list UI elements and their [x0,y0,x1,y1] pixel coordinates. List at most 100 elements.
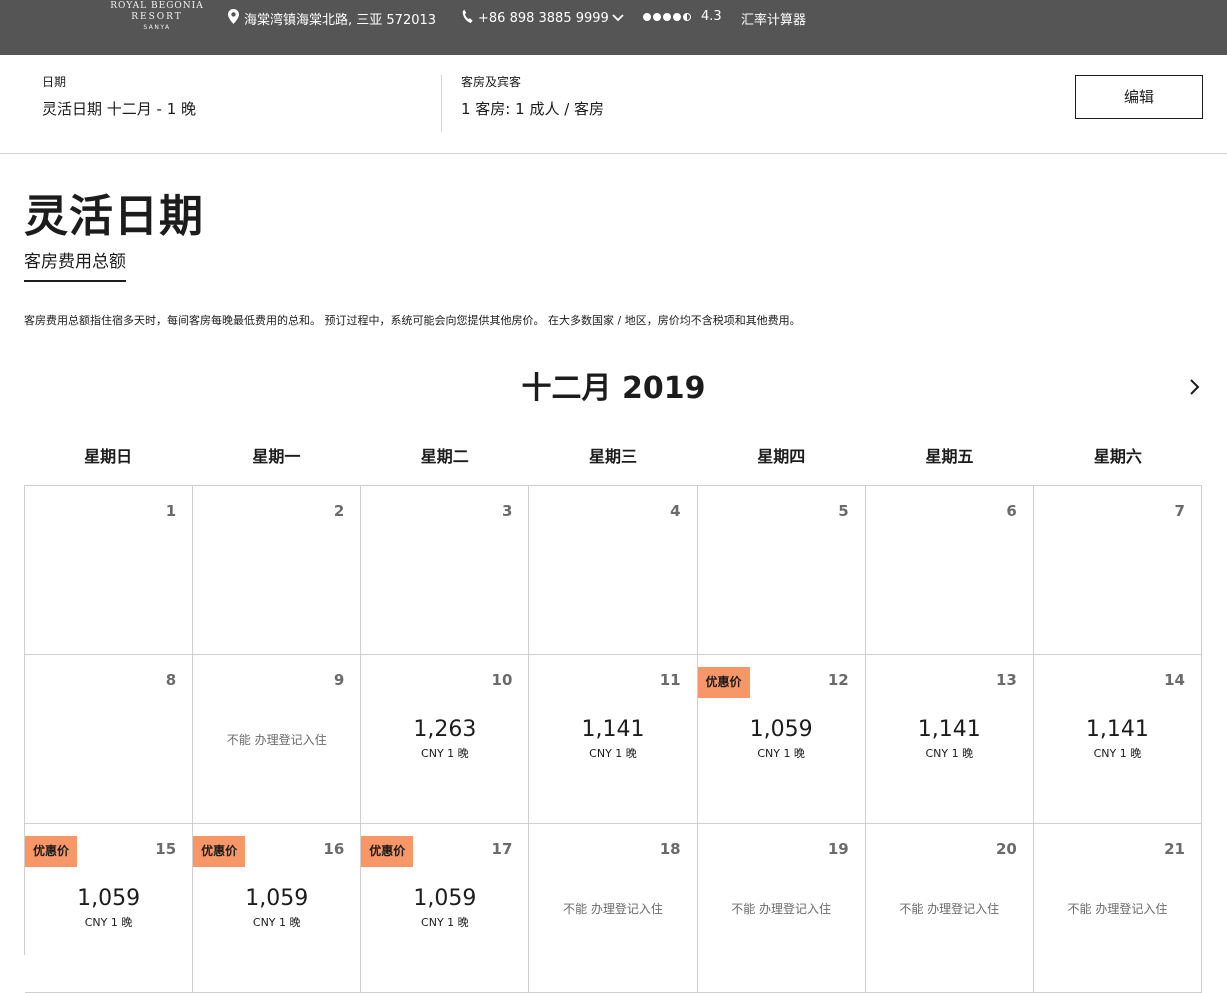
logo-line-3: SANYA [143,24,171,31]
day-number: 13 [995,671,1017,689]
calendar-day-cell[interactable]: 21 不能 办理登记入住 [1033,824,1202,993]
calendar-day-cell: 2 [193,486,362,655]
day-number: 21 [1164,840,1185,858]
rating-value: 4.3 [701,9,722,24]
calendar-month-title: 十二月 2019 [521,371,706,406]
weekday-label: 星期二 [420,447,469,466]
calendar-day-cell[interactable]: 13 1,141 CNY 1 晚 [865,655,1034,824]
weekday-label: 星期三 [588,447,637,466]
weekday-label: 星期一 [252,447,301,466]
search-summary: 日期 灵活日期 十二月 - 1 晚 客房及宾客 1 客房: 1 成人 / 客房 … [0,55,1227,154]
phone-icon [462,9,473,28]
hotel-rating[interactable]: 4.3 [643,9,722,24]
rating-dot-half [683,12,691,21]
calendar-day-cell: 5 [697,486,866,655]
summary-divider [441,75,442,132]
tab-room-total[interactable]: 客房费用总额 [24,247,126,282]
logo-line-1: ROYAL BEGONIA [110,1,204,11]
day-number: 16 [323,840,345,858]
day-number: 10 [491,671,513,689]
day-price: 1,141 [917,717,981,742]
rating-dot [643,12,651,21]
calendar-day-cell[interactable]: 14 1,141 CNY 1 晚 [1033,655,1202,824]
calendar-grid: 1 2 3 4 5 6 7 8 9 不能 办理登记入住 10 1,263 CNY 1 晚 11 1,141 C… [24,485,1202,993]
day-price: 1,059 [413,886,477,911]
calendar-day-cell[interactable]: 20 不能 办理登记入住 [865,824,1034,993]
price-unit: CNY 1 晚 [757,747,805,760]
calendar-day-cell[interactable]: 17 优惠价 1,059 CNY 1 晚 [361,824,530,993]
unavailable-text: 不能 办理登记入住 [899,902,1000,916]
weekday-label: 星期六 [1093,447,1142,466]
calendar-day-cell: 1 [25,486,194,655]
special-rate-badge: 优惠价 [697,667,750,698]
price-unit: CNY 1 晚 [589,747,637,760]
day-number: 14 [1164,671,1185,689]
price-unit: CNY 1 晚 [421,747,469,760]
day-number: 2 [333,502,345,520]
day-number: 7 [1174,502,1185,520]
hotel-logo[interactable]: ROYAL BEGONIA RESORT SANYA [110,1,204,32]
day-price: 1,059 [245,886,309,911]
dates-label: 日期 [42,75,67,89]
day-number: 9 [333,671,345,689]
day-price: 1,059 [77,886,141,911]
hotel-address[interactable]: 海棠湾镇海棠北路, 三亚 572013 [228,9,436,28]
day-price: 1,263 [413,717,477,742]
calendar-day-cell: 3 [361,486,530,655]
calendar-day-cell: 8 [25,655,194,824]
day-price: 1,059 [749,717,813,742]
day-number: 15 [155,840,177,858]
weekday-label: 星期五 [925,447,974,466]
day-number: 18 [659,840,681,858]
dates-value: 灵活日期 十二月 - 1 晚 [42,100,197,118]
rating-dot [663,12,671,21]
day-price: 1,141 [1085,717,1149,742]
next-month-button[interactable] [1185,377,1203,397]
rating-dot [653,12,661,21]
calendar-day-cell[interactable]: 9 不能 办理登记入住 [193,655,362,824]
logo-line-2: RESORT [131,12,183,22]
rating-dots-icon [643,12,691,21]
unavailable-text: 不能 办理登记入住 [731,902,832,916]
rooms-summary[interactable]: 客房及宾客 1 客房: 1 成人 / 客房 [461,73,604,119]
edit-button[interactable]: 编辑 [1075,75,1203,119]
calendar-day-cell[interactable]: 10 1,263 CNY 1 晚 [361,655,530,824]
unavailable-text: 不能 办理登记入住 [226,733,327,747]
rooms-value: 1 客房: 1 成人 / 客房 [461,100,605,118]
chevron-down-icon[interactable] [612,11,624,26]
calendar-day-cell[interactable]: 16 优惠价 1,059 CNY 1 晚 [193,824,362,993]
price-unit: CNY 1 晚 [252,916,301,929]
calendar-day-cell: 4 [529,486,698,655]
rooms-label: 客房及宾客 [461,75,522,89]
day-number: 20 [995,840,1017,858]
calendar-day-cell[interactable]: 15 优惠价 1,059 CNY 1 晚 [25,824,194,993]
day-number: 6 [1006,502,1017,520]
currency-calculator-link[interactable]: 汇率计算器 [741,9,806,28]
top-bar: ROYAL BEGONIA RESORT SANYA 海棠湾镇海棠北路, 三亚 … [0,0,1227,55]
page-title: 灵活日期 [24,191,204,242]
calendar-day-cell: 7 [1033,486,1202,655]
special-rate-badge: 优惠价 [25,836,77,867]
day-number: 12 [827,671,849,689]
calendar-day-cell[interactable]: 11 1,141 CNY 1 晚 [529,655,698,824]
special-rate-badge: 优惠价 [361,836,414,867]
price-unit: CNY 1 晚 [925,747,974,760]
chevron-right-icon [1190,379,1200,395]
unavailable-text: 不能 办理登记入住 [563,902,663,916]
rate-note: 客房费用总额指住宿多天时，每间客房每晚最低费用的总和。 预订过程中，系统可能会向… [24,314,801,327]
phone-text: +86 898 3885 9999 [478,11,609,26]
rating-dot [673,12,681,21]
day-number: 19 [827,840,849,858]
unavailable-text: 不能 办理登记入住 [1067,902,1168,916]
price-unit: CNY 1 晚 [84,916,133,929]
day-number: 17 [491,840,513,858]
calendar-day-cell[interactable]: 18 不能 办理登记入住 [529,824,698,993]
calendar-day-cell[interactable]: 12 优惠价 1,059 CNY 1 晚 [697,655,866,824]
hotel-phone[interactable]: +86 898 3885 9999 [462,9,629,28]
dates-summary[interactable]: 日期 灵活日期 十二月 - 1 晚 [42,73,196,119]
day-number: 1 [165,502,177,520]
day-number: 11 [659,671,681,689]
price-unit: CNY 1 晚 [1093,747,1142,760]
calendar-day-cell[interactable]: 19 不能 办理登记入住 [697,824,866,993]
weekday-label: 星期日 [84,447,133,466]
